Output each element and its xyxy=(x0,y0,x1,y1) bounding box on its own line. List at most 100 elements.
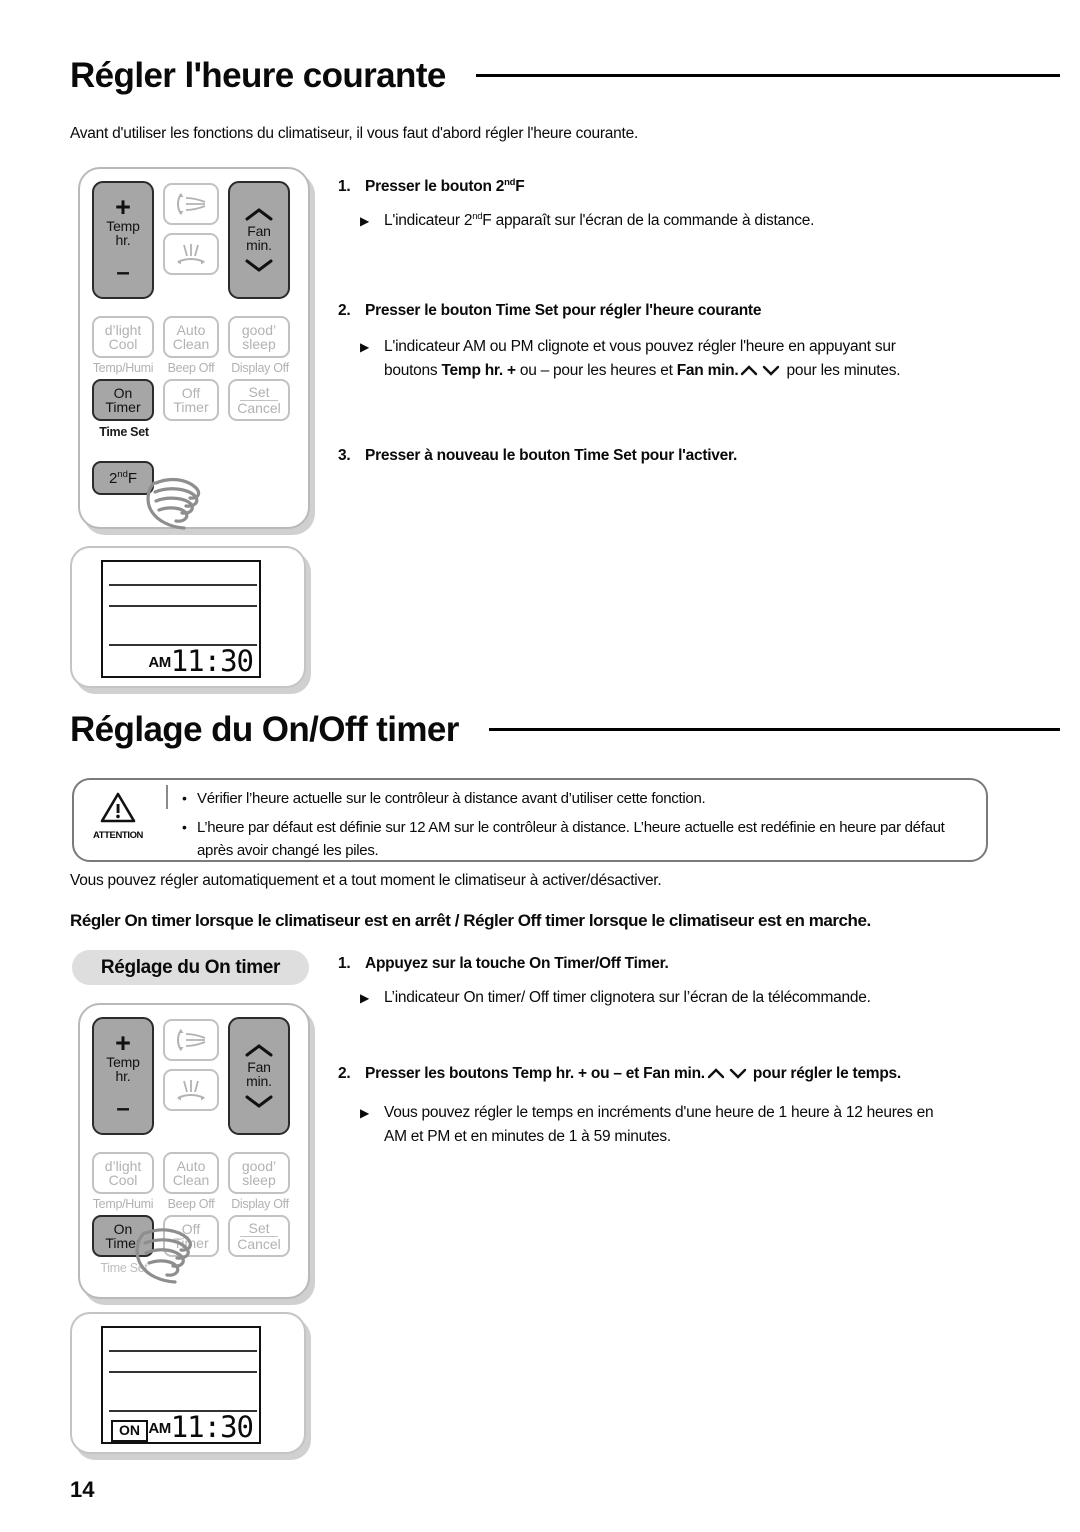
plus-sign: + xyxy=(115,192,131,223)
step-2-bullet: ▶ L'indicateur AM ou PM clignote et vous… xyxy=(360,335,1000,385)
attention-label: ATTENTION xyxy=(92,830,144,841)
off-timer-line2: Timer xyxy=(173,1235,209,1251)
s2-step-2-heading: 2. Presser les boutons Temp hr. + ou – e… xyxy=(338,1065,1038,1085)
chevron-up-icon xyxy=(245,207,273,221)
section-2-bold-paragraph: Régler On timer lorsque le climatiseur e… xyxy=(70,911,871,930)
time-set-label: Time Set xyxy=(100,1261,148,1275)
lcd-clock-2: AM 11:30 xyxy=(148,1413,254,1442)
on-timer-line2: Timer xyxy=(105,1235,141,1251)
manual-page: Régler l'heure courante Avant d'utiliser… xyxy=(0,0,1080,1532)
auto-clean-button[interactable]: Auto Clean xyxy=(163,316,219,358)
horizontal-swing-button[interactable] xyxy=(163,233,219,275)
lcd-ampm-1: AM xyxy=(148,653,171,671)
step-2-block: 2. Presser le bouton Time Set pour régle… xyxy=(338,302,1038,385)
bullet-triangle-icon: ▶ xyxy=(360,340,369,354)
temp-hr-button[interactable]: + Temp hr. – xyxy=(92,181,154,299)
attention-icon-group: ATTENTION xyxy=(78,791,158,841)
step-2-heading: 2. Presser le bouton Time Set pour régle… xyxy=(338,302,1038,320)
lcd-divider xyxy=(109,1350,257,1352)
warning-triangle-icon xyxy=(100,792,136,823)
step-3-number: 3. xyxy=(338,447,351,464)
s2-step-1-bullet-text: L’indicateur On timer/ Off timer clignot… xyxy=(384,989,871,1006)
bullet-dot-icon: • xyxy=(182,790,187,806)
horizontal-swing-icon xyxy=(177,244,205,265)
lcd-clock-1: AM 11:30 xyxy=(148,644,254,678)
on-timer-line1: On xyxy=(113,384,133,401)
step-1-heading: 1. Presser le bouton 2ndF xyxy=(338,177,1038,196)
s2-step-2-number: 2. xyxy=(338,1065,351,1082)
on-timer-button[interactable]: On Timer xyxy=(92,1215,154,1257)
set-cancel-button[interactable]: Set Cancel xyxy=(228,379,290,421)
dlight-cool-line1: d’light xyxy=(104,1157,142,1174)
temp-humi-label: Temp/Humi xyxy=(92,1197,154,1211)
lcd-divider xyxy=(109,605,257,607)
good-sleep-line2: sleep xyxy=(242,336,276,352)
plus-sign: + xyxy=(115,1028,131,1059)
section-1-heading: Régler l'heure courante xyxy=(70,58,1060,93)
beep-off-label: Beep Off xyxy=(167,1197,215,1211)
good-sleep-line1: good’ xyxy=(241,321,277,338)
vertical-swing-icon xyxy=(177,1029,206,1051)
vertical-swing-button[interactable] xyxy=(163,1019,219,1061)
section-2-title: Réglage du On/Off timer xyxy=(70,710,459,749)
second-function-button[interactable]: 2ndF xyxy=(92,461,154,495)
auto-clean-button[interactable]: Auto Clean xyxy=(163,1152,219,1194)
dlight-cool-button[interactable]: d’light Cool xyxy=(92,1152,154,1194)
good-sleep-button[interactable]: good’ sleep xyxy=(228,316,290,358)
s2-step-1-block: 1. Appuyez sur la touche On Timer/Off Ti… xyxy=(338,955,1038,1008)
lcd-divider xyxy=(109,584,257,586)
heading-rule xyxy=(488,728,1060,731)
s2-step-2-text: Presser les boutons Temp hr. + ou – et F… xyxy=(365,1065,901,1082)
s2-step-2-bullet-text: Vous pouvez régler le temps en incrément… xyxy=(384,1104,934,1146)
fan-min-button[interactable]: Fan min. xyxy=(228,1017,290,1135)
temp-label-line2: hr. xyxy=(115,1068,131,1085)
dlight-cool-button[interactable]: d’light Cool xyxy=(92,316,154,358)
temp-hr-button[interactable]: + Temp hr. – xyxy=(92,1017,154,1135)
attention-text-1: Vérifier l’heure actuelle sur le contrôl… xyxy=(197,790,706,807)
display-off-label: Display Off xyxy=(231,1197,289,1211)
bullet-triangle-icon: ▶ xyxy=(360,214,369,229)
attention-box: ATTENTION • Vérifier l’heure actuelle su… xyxy=(72,778,988,862)
horizontal-swing-button[interactable] xyxy=(163,1069,219,1111)
display-off-label: Display Off xyxy=(231,361,289,375)
section-1-intro: Avant d'utiliser les fonctions du climat… xyxy=(70,125,639,142)
cancel-label: Cancel xyxy=(237,400,281,416)
off-timer-button[interactable]: Off Timer xyxy=(163,1215,219,1257)
step-1-number: 1. xyxy=(338,178,351,196)
s2-step-2-bullet: ▶ Vous pouvez régler le temps en incréme… xyxy=(360,1101,1000,1149)
horizontal-swing-icon xyxy=(177,1080,205,1101)
on-timer-line2: Timer xyxy=(105,399,141,415)
good-sleep-button[interactable]: good’ sleep xyxy=(228,1152,290,1194)
step-3-block: 3. Presser à nouveau le bouton Time Set … xyxy=(338,447,1038,465)
s2-step-1-bullet: ▶ L’indicateur On timer/ Off timer clign… xyxy=(360,989,1038,1008)
step-3-heading: 3. Presser à nouveau le bouton Time Set … xyxy=(338,447,1038,465)
auto-clean-line1: Auto xyxy=(176,321,206,338)
temp-humi-label: Temp/Humi xyxy=(92,361,154,375)
set-label: Set xyxy=(240,1220,278,1237)
off-timer-line2: Timer xyxy=(173,399,209,415)
second-f-label: 2ndF xyxy=(108,469,138,487)
set-cancel-button[interactable]: Set Cancel xyxy=(228,1215,290,1257)
section-2-heading: Réglage du On/Off timer xyxy=(70,712,1060,747)
heading-rule xyxy=(475,74,1060,77)
off-timer-button[interactable]: Off Timer xyxy=(163,379,219,421)
chevron-down-icon xyxy=(245,259,273,273)
step-2-bullet-text: L'indicateur AM ou PM clignote et vous p… xyxy=(384,338,901,380)
lcd-display-1: AM 11:30 xyxy=(70,546,306,688)
temp-label-line2: hr. xyxy=(115,232,131,249)
lcd-time-1: 11:30 xyxy=(170,644,254,678)
dlight-cool-line2: Cool xyxy=(108,336,138,352)
off-timer-line1: Off xyxy=(181,1220,201,1237)
temp-label-line1: Temp xyxy=(106,217,140,234)
fan-min-button[interactable]: Fan min. xyxy=(228,181,290,299)
page-number: 14 xyxy=(70,1477,95,1502)
fan-label-line2: min. xyxy=(246,1073,272,1089)
step-1-bullet-text: L'indicateur 2ndF apparaît sur l'écran d… xyxy=(384,211,815,230)
step-2-number: 2. xyxy=(338,302,351,319)
minus-sign: – xyxy=(116,1095,130,1123)
lcd-on-badge: ON xyxy=(111,1420,148,1442)
on-timer-button[interactable]: On Timer xyxy=(92,379,154,421)
minus-sign: – xyxy=(116,259,130,287)
on-timer-pill-label: Réglage du On timer xyxy=(72,950,309,985)
vertical-swing-button[interactable] xyxy=(163,183,219,225)
